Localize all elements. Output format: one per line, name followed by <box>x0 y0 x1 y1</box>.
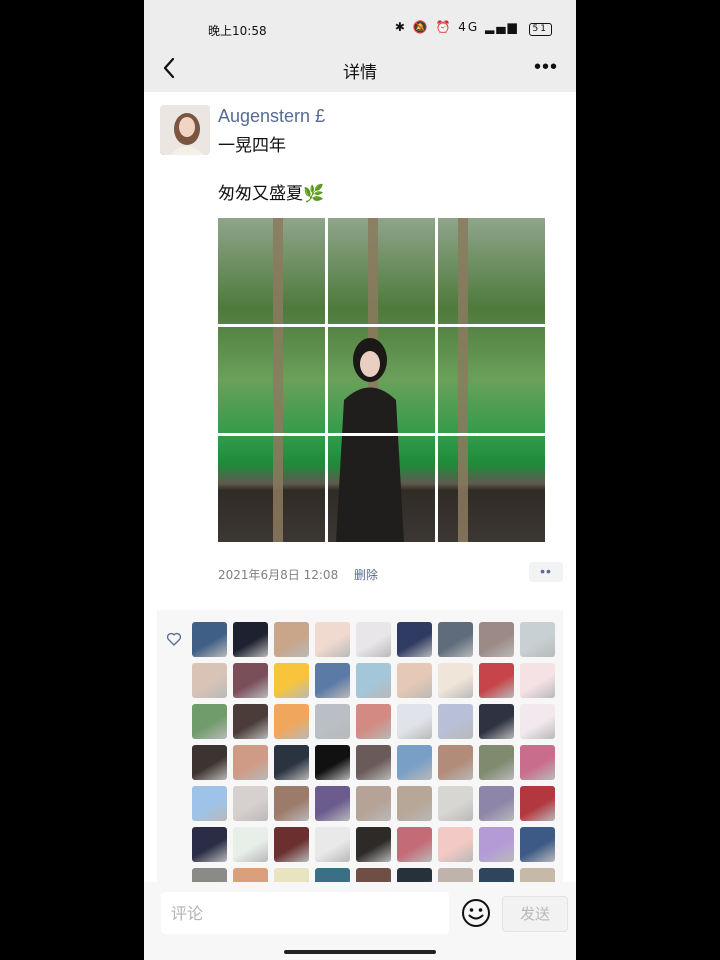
liker-avatar[interactable] <box>315 704 350 739</box>
liker-avatar[interactable] <box>356 704 391 739</box>
emoji-icon[interactable] <box>460 897 492 929</box>
photo-thumbnail[interactable] <box>438 327 545 433</box>
delete-link[interactable]: 删除 <box>354 568 378 582</box>
liker-avatar[interactable] <box>520 827 555 862</box>
liker-avatar[interactable] <box>397 663 432 698</box>
signal-icon: ▂▄▆ <box>485 20 519 34</box>
photo-thumbnail[interactable] <box>218 327 325 433</box>
liker-avatar[interactable] <box>438 745 473 780</box>
liker-avatar[interactable] <box>233 827 268 862</box>
liker-avatar[interactable] <box>356 827 391 862</box>
post-timestamp: 2021年6月8日 12:08 <box>218 568 339 582</box>
comment-field-wrapper <box>161 892 451 934</box>
liker-avatar[interactable] <box>479 704 514 739</box>
avatar-portrait-icon <box>160 105 210 155</box>
phone-screen: 晚上10:58 ✱ 🔕 ⏰ 4G ▂▄▆ 51 详情 ••• Augenster… <box>144 0 576 960</box>
liker-avatar[interactable] <box>397 745 432 780</box>
liker-avatar[interactable] <box>274 745 309 780</box>
liker-avatar[interactable] <box>274 622 309 657</box>
network-label: 4G <box>458 20 480 34</box>
photo-thumbnail[interactable] <box>328 218 435 324</box>
home-indicator[interactable] <box>284 950 436 954</box>
post-content: 一晃四年 匆匆又盛夏🌿 <box>218 136 325 204</box>
photo-grid <box>218 218 545 542</box>
liker-avatar[interactable] <box>356 745 391 780</box>
liker-avatar[interactable] <box>233 622 268 657</box>
mute-icon: 🔕 <box>412 20 430 34</box>
liker-avatar[interactable] <box>233 704 268 739</box>
liker-avatar[interactable] <box>397 704 432 739</box>
photo-thumbnail[interactable] <box>438 436 545 542</box>
photo-thumbnail[interactable] <box>438 218 545 324</box>
status-icons: ✱ 🔕 ⏰ 4G ▂▄▆ 51 <box>395 20 552 36</box>
liker-avatar[interactable] <box>479 827 514 862</box>
post-actions-button[interactable]: •• <box>529 562 563 582</box>
liker-avatar[interactable] <box>274 827 309 862</box>
bluetooth-icon: ✱ <box>394 20 407 34</box>
photo-thumbnail[interactable] <box>218 218 325 324</box>
likes-panel <box>157 610 563 886</box>
photo-thumbnail[interactable] <box>328 327 435 433</box>
status-time: 晚上10:58 <box>208 24 267 38</box>
avatar[interactable] <box>160 105 210 155</box>
liker-avatar[interactable] <box>520 786 555 821</box>
liker-avatar[interactable] <box>438 827 473 862</box>
battery-icon: 51 <box>528 23 552 36</box>
liker-avatar[interactable] <box>192 622 227 657</box>
liker-avatar[interactable] <box>356 622 391 657</box>
liker-avatar[interactable] <box>479 745 514 780</box>
liker-avatar[interactable] <box>520 745 555 780</box>
post-meta: 2021年6月8日 12:08 删除 <box>218 566 378 583</box>
liker-avatar[interactable] <box>438 786 473 821</box>
liker-avatar[interactable] <box>356 663 391 698</box>
liker-avatar[interactable] <box>397 786 432 821</box>
liker-avatar[interactable] <box>479 663 514 698</box>
comment-input[interactable] <box>161 892 451 934</box>
liker-avatar[interactable] <box>274 663 309 698</box>
liker-avatar[interactable] <box>479 786 514 821</box>
status-bar: 晚上10:58 ✱ 🔕 ⏰ 4G ▂▄▆ 51 <box>144 0 576 44</box>
liker-avatar[interactable] <box>315 663 350 698</box>
liker-avatar[interactable] <box>274 786 309 821</box>
send-button[interactable]: 发送 <box>502 896 568 932</box>
alarm-icon: ⏰ <box>435 20 453 34</box>
liker-avatar[interactable] <box>438 704 473 739</box>
liker-avatar[interactable] <box>520 663 555 698</box>
liker-avatar[interactable] <box>315 622 350 657</box>
liker-avatar[interactable] <box>192 827 227 862</box>
liker-avatar[interactable] <box>397 622 432 657</box>
liker-avatar[interactable] <box>315 827 350 862</box>
liker-avatar[interactable] <box>192 745 227 780</box>
liker-avatar[interactable] <box>233 663 268 698</box>
liker-avatar[interactable] <box>233 745 268 780</box>
liker-avatar[interactable] <box>315 745 350 780</box>
liker-avatar[interactable] <box>438 663 473 698</box>
photo-thumbnail[interactable] <box>218 436 325 542</box>
liker-avatar[interactable] <box>315 786 350 821</box>
liker-avatar[interactable] <box>356 786 391 821</box>
comment-bar: 发送 <box>144 882 576 960</box>
photo-thumbnail[interactable] <box>328 436 435 542</box>
nav-bar: 详情 ••• <box>144 44 576 92</box>
liker-avatar[interactable] <box>520 704 555 739</box>
liker-avatar[interactable] <box>233 786 268 821</box>
liker-avatar[interactable] <box>274 704 309 739</box>
liker-avatar[interactable] <box>192 704 227 739</box>
liker-avatar[interactable] <box>397 827 432 862</box>
heart-icon <box>166 632 182 646</box>
page-title: 详情 <box>343 63 377 83</box>
liker-avatar[interactable] <box>520 622 555 657</box>
liker-avatar[interactable] <box>438 622 473 657</box>
more-options-icon[interactable]: ••• <box>534 56 558 79</box>
post-username[interactable]: Augenstern £ <box>218 106 325 127</box>
liker-avatar[interactable] <box>479 622 514 657</box>
liker-avatar[interactable] <box>192 663 227 698</box>
liker-avatar[interactable] <box>192 786 227 821</box>
